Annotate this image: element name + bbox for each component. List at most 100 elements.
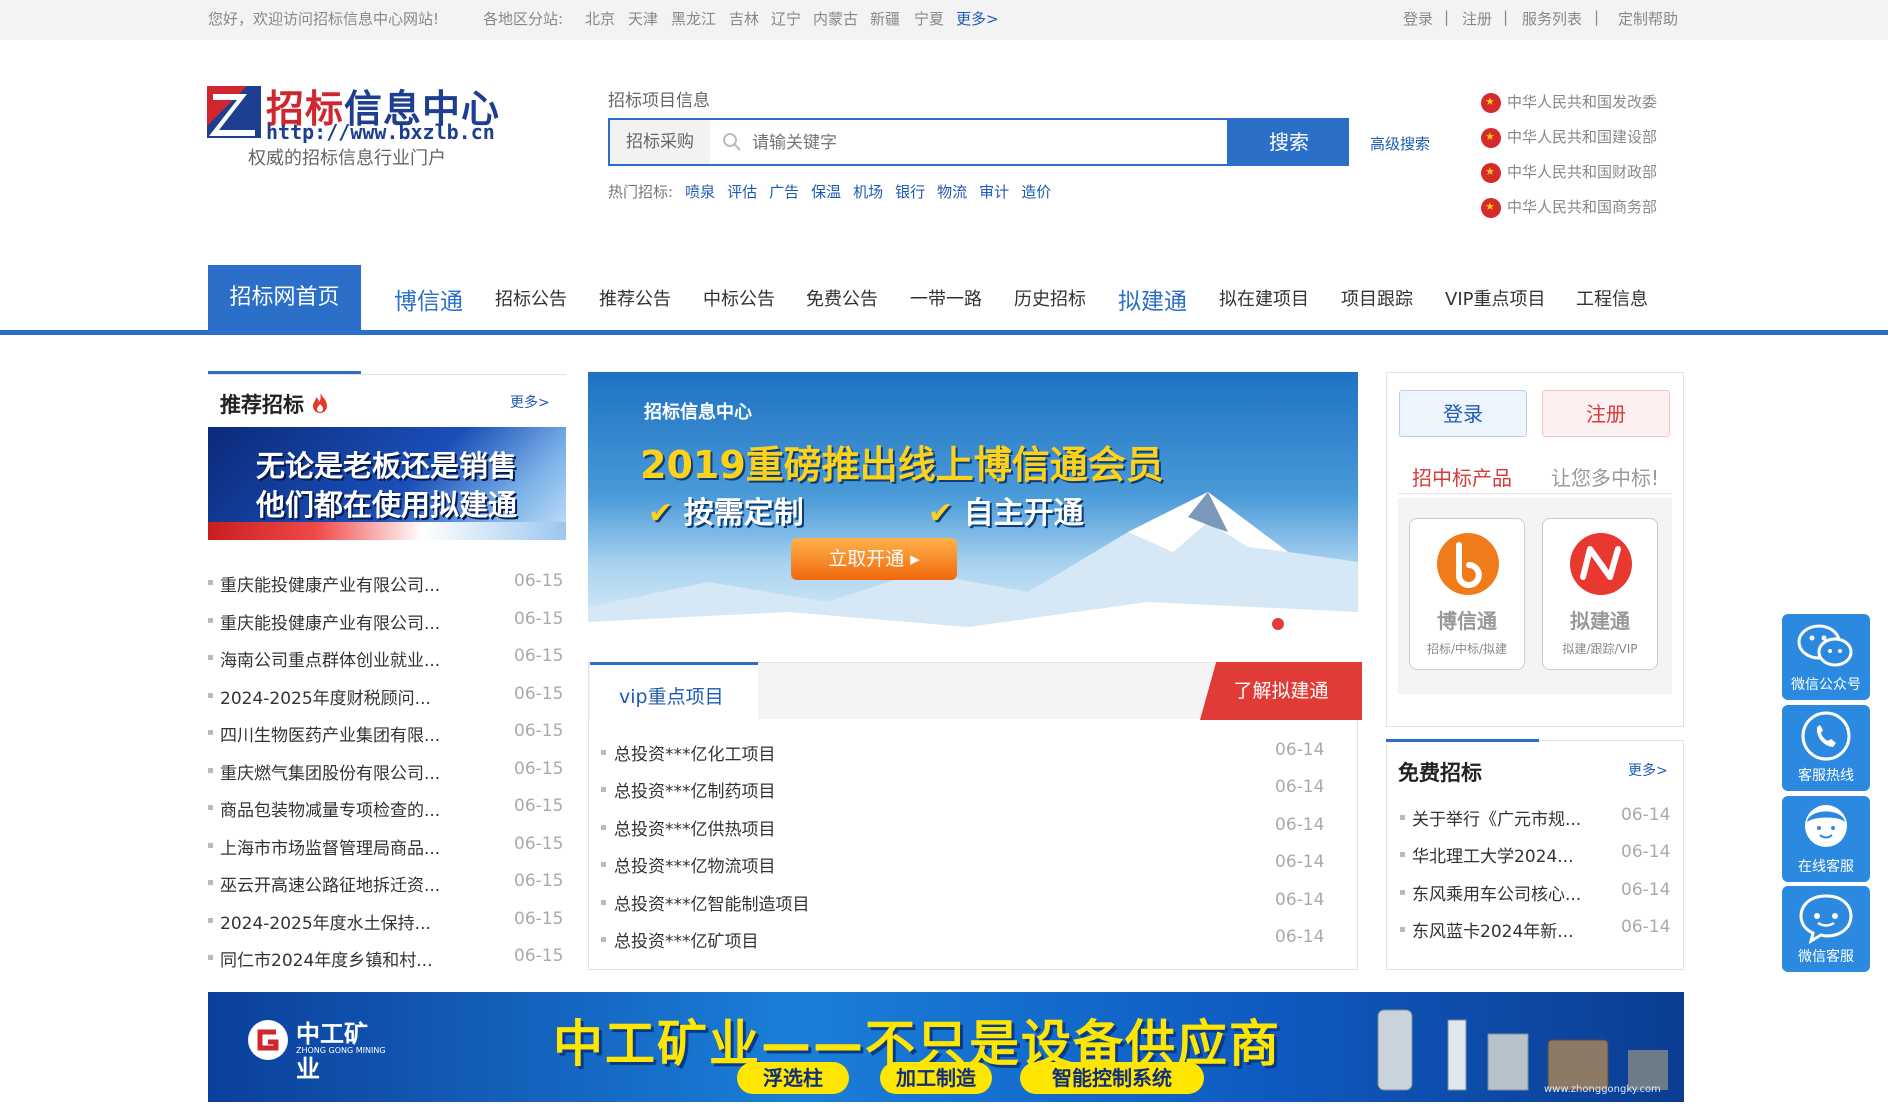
slider-dot[interactable] — [1272, 618, 1284, 630]
list-item[interactable]: 2024-2025年度水土保持... — [220, 909, 431, 934]
hot-term-link[interactable]: 保温 — [811, 183, 841, 201]
hot-term-link[interactable]: 喷泉 — [685, 183, 715, 201]
bottom-ad-banner[interactable]: 中工矿业 ZHONG GONG MINING 中工矿业——不只是设备供应商 浮选… — [208, 992, 1684, 1102]
banner-cta-button[interactable]: 立取开通 ▸ — [791, 538, 957, 580]
top-register-link[interactable]: 注册 — [1462, 8, 1492, 29]
list-item[interactable]: 重庆能投健康产业有限公司... — [220, 571, 440, 596]
float-online-service[interactable]: 在线客服 — [1782, 796, 1870, 882]
list-item[interactable]: 总投资***亿矿项目 — [614, 927, 759, 952]
product-subtitle: 拟建/跟踪/VIP — [1562, 642, 1638, 656]
nav-project-tracking[interactable]: 项目跟踪 — [1341, 285, 1413, 311]
brand-name-en: ZHONG GONG MINING — [296, 1046, 386, 1055]
national-emblem-icon — [1481, 197, 1501, 218]
list-item[interactable]: 重庆燃气集团股份有限公司... — [220, 759, 440, 784]
hot-term-link[interactable]: 广告 — [769, 183, 799, 201]
region-link-tianjin[interactable]: 天津 — [628, 8, 658, 29]
region-link-beijing[interactable]: 北京 — [585, 8, 615, 29]
list-item[interactable]: 海南公司重点群体创业就业... — [220, 646, 440, 671]
product-card-nijiantong[interactable]: 拟建通 拟建/跟踪/VIP — [1542, 518, 1658, 670]
gov-link-commerce[interactable]: 中华人民共和国商务部 — [1481, 196, 1657, 218]
nav-engineering-info[interactable]: 工程信息 — [1576, 285, 1648, 311]
float-wechat-service[interactable]: 微信客服 — [1782, 886, 1870, 972]
region-link-neimenggu[interactable]: 内蒙古 — [813, 8, 858, 29]
nav-award-notice[interactable]: 中标公告 — [703, 285, 775, 311]
search-category-select[interactable]: 招标采购 — [610, 120, 710, 164]
top-separator: | — [1503, 8, 1509, 26]
region-link-liaoning[interactable]: 辽宁 — [771, 8, 801, 29]
bullet — [208, 880, 213, 885]
list-item[interactable]: 重庆能投健康产业有限公司... — [220, 609, 440, 634]
nav-recommended[interactable]: 推荐公告 — [599, 285, 671, 311]
list-item[interactable]: 上海市市场监督管理局商品... — [220, 834, 440, 859]
hot-term-link[interactable]: 物流 — [937, 183, 967, 201]
gov-link-construction[interactable]: 中华人民共和国建设部 — [1481, 126, 1657, 148]
site-slogan: 权威的招标信息行业门户 — [248, 148, 446, 169]
top-login-link[interactable]: 登录 — [1403, 8, 1433, 29]
list-item-date: 06-15 — [514, 684, 564, 704]
float-wechat-official[interactable]: 微信公众号 — [1782, 614, 1870, 700]
login-button[interactable]: 登录 — [1399, 390, 1527, 437]
vip-tab-label: vip重点项目 — [619, 686, 724, 708]
search-button[interactable]: 搜索 — [1229, 118, 1349, 166]
list-item[interactable]: 关于举行《广元市规... — [1412, 805, 1581, 830]
nav-planned-projects[interactable]: 拟在建项目 — [1219, 285, 1309, 311]
list-item[interactable]: 总投资***亿智能制造项目 — [614, 890, 810, 915]
list-item[interactable]: 同仁市2024年度乡镇和村... — [220, 946, 432, 971]
bullet — [208, 805, 213, 810]
left-ad-banner[interactable]: 无论是老板还是销售 他们都在使用拟建通 — [208, 427, 566, 540]
bullet — [208, 918, 213, 923]
nav-tender-notice[interactable]: 招标公告 — [495, 285, 567, 311]
list-item[interactable]: 巫云开高速公路征地拆迁资... — [220, 871, 440, 896]
list-item[interactable]: 总投资***亿化工项目 — [614, 740, 776, 765]
logo-icon[interactable] — [207, 86, 261, 138]
recommend-more-link[interactable]: 更多> — [510, 392, 550, 412]
nav-history[interactable]: 历史招标 — [1014, 285, 1086, 311]
hot-term-link[interactable]: 机场 — [853, 183, 883, 201]
product-card-boxintong[interactable]: 博信通 招标/中标/拟建 — [1409, 518, 1525, 670]
hot-term-link[interactable]: 评估 — [727, 183, 757, 201]
regions-more-link[interactable]: 更多> — [956, 8, 999, 29]
free-more-link[interactable]: 更多> — [1628, 760, 1668, 780]
customer-service-icon — [1805, 805, 1847, 847]
nav-divider — [0, 330, 1888, 335]
search-icon — [723, 133, 741, 151]
search-input[interactable] — [750, 126, 1224, 160]
nav-nijiantong[interactable]: 拟建通 — [1118, 282, 1187, 316]
nav-belt-road[interactable]: 一带一路 — [910, 285, 982, 311]
list-item[interactable]: 东风乘用车公司核心... — [1412, 880, 1581, 905]
left-ad-line2: 他们都在使用拟建通 — [256, 488, 518, 522]
hot-term-link[interactable]: 造价 — [1021, 183, 1051, 201]
region-link-ningxia[interactable]: 宁夏 — [914, 8, 944, 29]
gov-link-finance[interactable]: 中华人民共和国财政部 — [1481, 161, 1657, 183]
bullet — [601, 787, 606, 792]
top-services-link[interactable]: 服务列表 — [1522, 8, 1582, 29]
bullet — [601, 862, 606, 867]
list-item[interactable]: 东风蓝卡2024年新... — [1412, 917, 1573, 942]
register-button[interactable]: 注册 — [1542, 390, 1670, 437]
top-custom-help-link[interactable]: 定制帮助 — [1618, 8, 1678, 29]
learn-nijiantong-button[interactable]: 了解拟建通 — [1200, 662, 1362, 720]
list-item[interactable]: 四川生物医药产业集团有限... — [220, 721, 440, 746]
advanced-search-link[interactable]: 高级搜索 — [1370, 133, 1430, 154]
nav-vip-projects[interactable]: VIP重点项目 — [1445, 285, 1545, 311]
region-link-jilin[interactable]: 吉林 — [729, 8, 759, 29]
list-item[interactable]: 总投资***亿物流项目 — [614, 852, 776, 877]
center-slider-banner[interactable]: 招标信息中心 2019重磅推出线上博信通会员 ✔ 按需定制 ✔ 自主开通 立取开… — [588, 372, 1358, 647]
list-item[interactable]: 2024-2025年度财税顾问... — [220, 684, 431, 709]
nav-free-notice[interactable]: 免费公告 — [806, 285, 878, 311]
float-hotline[interactable]: 客服热线 — [1782, 705, 1870, 791]
nav-boxintong[interactable]: 博信通 — [394, 282, 463, 316]
list-item-date: 06-15 — [514, 721, 564, 741]
bullet — [1400, 852, 1405, 857]
hot-term-link[interactable]: 审计 — [979, 183, 1009, 201]
gov-link-ndrc[interactable]: 中华人民共和国发改委 — [1481, 91, 1657, 113]
list-item[interactable]: 商品包装物减量专项检查的... — [220, 796, 440, 821]
region-link-xinjiang[interactable]: 新疆 — [870, 8, 900, 29]
nav-home[interactable]: 招标网首页 — [208, 265, 361, 330]
float-label: 在线客服 — [1798, 859, 1854, 875]
region-link-heilongjiang[interactable]: 黑龙江 — [671, 8, 716, 29]
list-item[interactable]: 总投资***亿制药项目 — [614, 777, 776, 802]
list-item[interactable]: 华北理工大学2024... — [1412, 842, 1573, 867]
hot-term-link[interactable]: 银行 — [895, 183, 925, 201]
list-item[interactable]: 总投资***亿供热项目 — [614, 815, 776, 840]
